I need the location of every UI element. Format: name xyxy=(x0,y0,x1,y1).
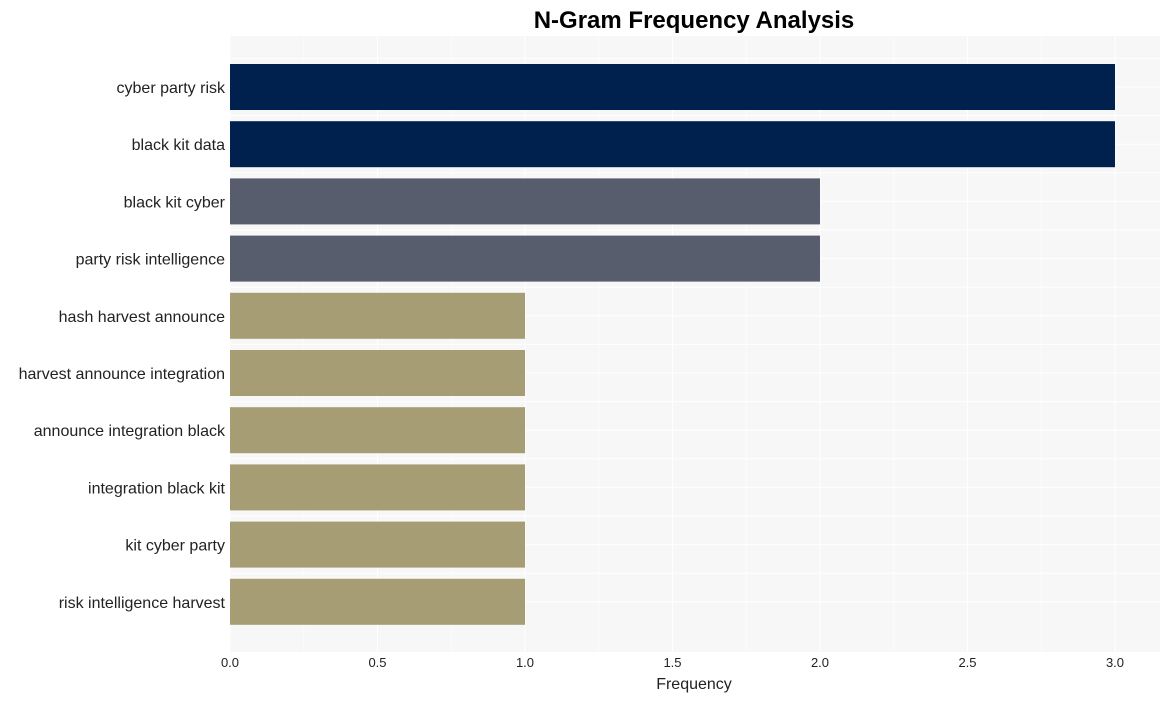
x-tick-label: 0.0 xyxy=(221,655,239,670)
y-tick-label: risk intelligence harvest xyxy=(59,595,226,612)
ngram-bar-chart: cyber party risk black kit data black kit … xyxy=(19,7,1160,693)
x-tick-label: 1.0 xyxy=(516,655,534,670)
bar-party-risk-intelligence xyxy=(230,235,820,282)
x-tick-label: 2.5 xyxy=(958,655,976,670)
bar-hash-harvest-announce xyxy=(230,292,525,339)
bar-black-kit-data xyxy=(230,121,1115,168)
y-tick-labels: cyber party risk black kit data black kit … xyxy=(19,80,226,612)
y-tick-label: harvest announce integration xyxy=(19,366,225,383)
bar-kit-cyber-party xyxy=(230,521,525,568)
y-tick-label: cyber party risk xyxy=(117,80,226,97)
y-tick-label: black kit data xyxy=(132,137,225,154)
bar-cyber-party-risk xyxy=(230,64,1115,110)
y-tick-label: integration black kit xyxy=(88,480,226,497)
x-tick-label: 1.5 xyxy=(663,655,681,670)
bar-integration-black-kit xyxy=(230,464,525,511)
y-tick-label: kit cyber party xyxy=(125,538,225,555)
x-tick-labels: 0.0 0.5 1.0 1.5 2.0 2.5 3.0 xyxy=(221,655,1124,670)
bar-black-kit-cyber xyxy=(230,178,820,225)
bar-harvest-announce-integration xyxy=(230,350,525,396)
chart-title: N-Gram Frequency Analysis xyxy=(534,7,855,34)
y-tick-label: hash harvest announce xyxy=(59,309,225,326)
bar-risk-intelligence-harvest xyxy=(230,578,525,625)
y-tick-label: black kit cyber xyxy=(124,194,226,211)
y-tick-label: announce integration black xyxy=(34,423,226,440)
x-tick-label: 3.0 xyxy=(1106,655,1124,670)
x-tick-label: 2.0 xyxy=(811,655,829,670)
x-tick-label: 0.5 xyxy=(368,655,386,670)
y-tick-label: party risk intelligence xyxy=(76,252,226,269)
bar-announce-integration-black xyxy=(230,407,525,454)
x-axis-label: Frequency xyxy=(656,676,732,693)
